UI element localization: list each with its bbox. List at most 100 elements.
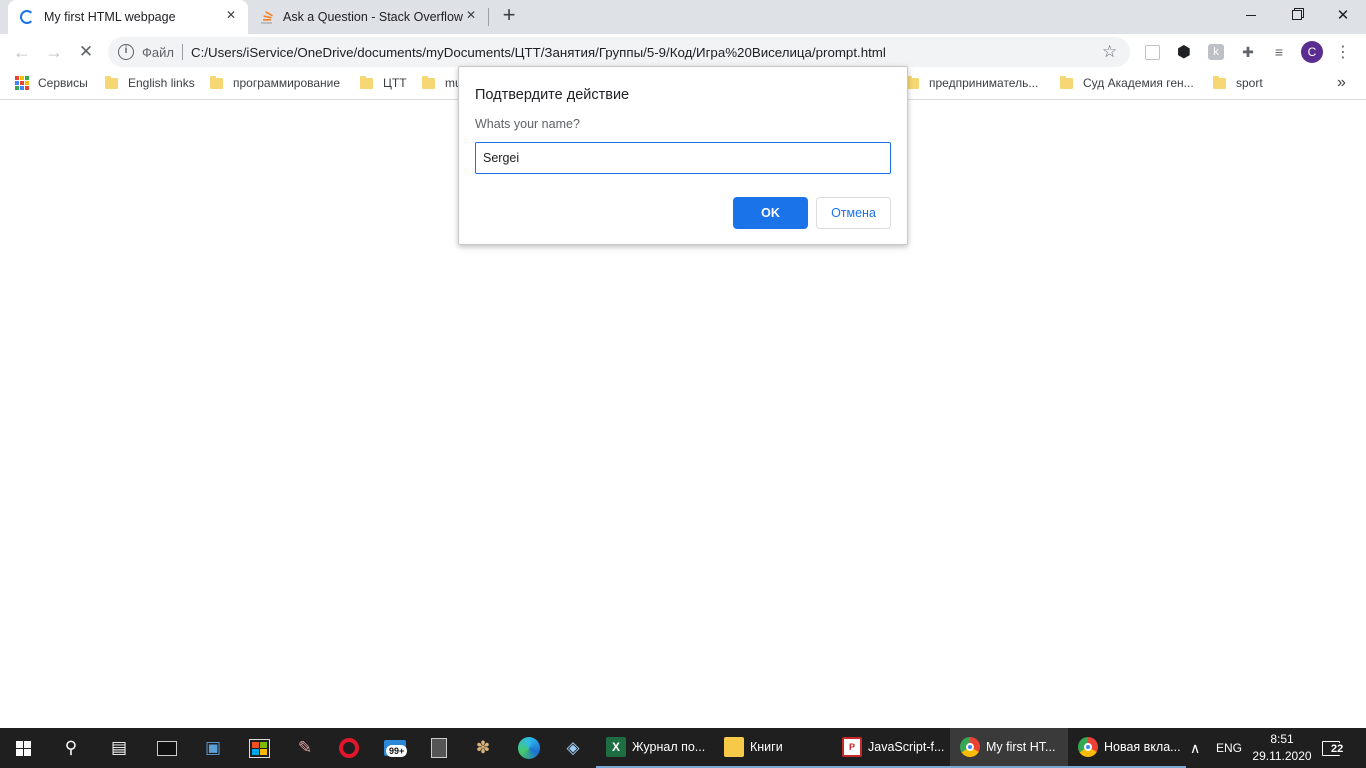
stackoverflow-icon bbox=[261, 11, 273, 24]
forward-arrow-icon: → bbox=[45, 41, 63, 62]
task-view-icon[interactable]: ▤ bbox=[96, 728, 142, 768]
bookmark-label: ЦТТ bbox=[383, 76, 407, 90]
edge-icon[interactable] bbox=[506, 728, 552, 768]
taskbar-app-chrome[interactable]: Новая вкла... bbox=[1068, 728, 1186, 768]
ok-button[interactable]: OK bbox=[733, 197, 808, 229]
bookmark-folder[interactable]: mu bbox=[422, 75, 462, 90]
extension-reader-icon[interactable] bbox=[1143, 43, 1161, 61]
bookmark-folder[interactable]: Суд Академия ген... bbox=[1060, 75, 1194, 90]
bookmark-star-icon[interactable]: ☆ bbox=[1102, 42, 1117, 62]
apps-grid-icon bbox=[15, 76, 29, 90]
forward-button[interactable]: → bbox=[40, 38, 68, 66]
extensions-puzzle-icon[interactable]: ✚ bbox=[1239, 43, 1257, 61]
info-icon[interactable]: i bbox=[118, 44, 134, 60]
clock[interactable]: 8:51 29.11.2020 bbox=[1252, 731, 1312, 765]
bookmark-label: Суд Академия ген... bbox=[1083, 76, 1194, 90]
taskbar-app-explorer[interactable]: Книги bbox=[714, 728, 832, 768]
minimize-button[interactable] bbox=[1228, 0, 1274, 30]
bookmark-label: программирование bbox=[233, 76, 341, 90]
notifications-count: 22 bbox=[1330, 743, 1345, 755]
clock-date: 29.11.2020 bbox=[1252, 749, 1312, 763]
restore-icon bbox=[1292, 10, 1302, 20]
clock-time: 8:51 bbox=[1270, 732, 1294, 746]
notifications-button[interactable]: 22 bbox=[1322, 728, 1345, 768]
tab-title: My first HTML webpage bbox=[44, 10, 176, 24]
folder-icon bbox=[1213, 75, 1226, 89]
tab-close-icon[interactable]: ✕ bbox=[466, 8, 476, 22]
bookmark-label: Сервисы bbox=[38, 76, 88, 90]
omnibox-divider bbox=[182, 44, 183, 60]
cancel-button[interactable]: Отмена bbox=[816, 197, 891, 229]
chrome-icon bbox=[960, 737, 980, 757]
pdf-icon: P bbox=[842, 737, 862, 757]
tab-separator bbox=[488, 8, 489, 26]
scheme-label: Файл bbox=[142, 45, 174, 60]
bookmark-label: sport bbox=[1236, 76, 1263, 90]
tray-chevron-icon[interactable]: ∧ bbox=[1190, 728, 1200, 768]
taskbar-app-label: Книги bbox=[750, 740, 783, 754]
bookmark-label: предприниматель... bbox=[929, 76, 1039, 90]
profile-avatar[interactable]: C bbox=[1301, 41, 1323, 63]
stop-button[interactable]: ✕ bbox=[72, 38, 100, 66]
extension-cube-icon[interactable]: ⬢ bbox=[1175, 43, 1193, 61]
store-icon[interactable] bbox=[236, 728, 282, 768]
folder-icon bbox=[422, 75, 435, 89]
excel-icon: X bbox=[606, 737, 626, 757]
url-text[interactable]: C:/Users/iService/OneDrive/documents/myD… bbox=[191, 45, 886, 60]
notes-icon[interactable]: ◈ bbox=[550, 728, 596, 768]
calculator-icon[interactable] bbox=[416, 728, 462, 768]
search-icon[interactable]: ⚲ bbox=[48, 728, 94, 768]
loading-spinner-icon bbox=[20, 10, 34, 24]
tab-close-icon[interactable]: ✕ bbox=[226, 8, 236, 22]
dialog-title: Подтвердите действие bbox=[475, 87, 630, 103]
bookmark-folder[interactable]: предприниматель... bbox=[906, 75, 1039, 90]
taskbar-app-chrome-active[interactable]: My first HT... bbox=[950, 728, 1068, 768]
bookmark-label: English links bbox=[128, 76, 195, 90]
back-button[interactable]: ← bbox=[8, 38, 36, 66]
mail-icon[interactable]: 99+ bbox=[372, 728, 418, 768]
bookmarks-overflow-icon[interactable]: » bbox=[1337, 74, 1346, 92]
name-input[interactable] bbox=[475, 142, 891, 174]
folder-icon bbox=[105, 75, 118, 89]
opera-icon[interactable] bbox=[326, 728, 372, 768]
language-indicator[interactable]: ENG bbox=[1216, 728, 1242, 768]
menu-kebab-icon[interactable]: ⋮ bbox=[1334, 43, 1352, 61]
taskbar-app-excel[interactable]: X Журнал по... bbox=[596, 728, 714, 768]
dialog-message: Whats your name? bbox=[475, 117, 580, 131]
extension-k-icon[interactable]: k bbox=[1207, 43, 1225, 61]
close-window-button[interactable]: ✕ bbox=[1320, 0, 1366, 30]
folder-icon bbox=[724, 737, 744, 757]
taskbar-app-label: JavaScript-f... bbox=[868, 740, 945, 754]
back-arrow-icon: ← bbox=[13, 41, 31, 62]
chrome-icon bbox=[1078, 737, 1098, 757]
prompt-dialog: Подтвердите действие Whats your name? OK… bbox=[458, 66, 908, 245]
windows-logo-icon bbox=[15, 740, 31, 756]
bookmark-folder[interactable]: программирование bbox=[210, 75, 341, 90]
mail-badge: 99+ bbox=[386, 745, 408, 757]
bookmark-apps[interactable]: Сервисы bbox=[15, 76, 88, 90]
taskbar-app-label: Новая вкла... bbox=[1104, 740, 1181, 754]
new-tab-button[interactable]: + bbox=[497, 4, 521, 28]
paint-icon[interactable]: ✎ bbox=[282, 728, 328, 768]
bookmark-folder[interactable]: sport bbox=[1213, 75, 1263, 90]
terminal-icon[interactable] bbox=[144, 728, 190, 768]
tab-my-first-html[interactable]: My first HTML webpage ✕ bbox=[8, 0, 248, 34]
start-button[interactable] bbox=[0, 728, 46, 768]
bookmark-folder[interactable]: ЦТТ bbox=[360, 75, 407, 90]
tab-stack-overflow[interactable]: Ask a Question - Stack Overflow ✕ bbox=[248, 0, 488, 34]
remote-desktop-icon[interactable]: ▣ bbox=[190, 728, 236, 768]
address-bar[interactable]: i Файл C:/Users/iService/OneDrive/docume… bbox=[108, 37, 1130, 67]
media-queue-icon[interactable]: ≡ bbox=[1270, 43, 1288, 61]
taskbar-app-label: My first HT... bbox=[986, 740, 1056, 754]
bookmark-folder[interactable]: English links bbox=[105, 75, 195, 90]
taskbar-app-label: Журнал по... bbox=[632, 740, 706, 754]
taskbar-app-pdf[interactable]: P JavaScript-f... bbox=[832, 728, 950, 768]
windows-taskbar: ⚲ ▤ ▣ ✎ 99+ ✽ ◈ X Журнал по... Книги P J… bbox=[0, 728, 1366, 768]
paint3d-icon[interactable]: ✽ bbox=[460, 728, 506, 768]
maximize-button[interactable] bbox=[1274, 0, 1320, 30]
folder-icon bbox=[360, 75, 373, 89]
tab-title: Ask a Question - Stack Overflow bbox=[283, 10, 463, 24]
folder-icon bbox=[1060, 75, 1073, 89]
browser-toolbar: ← → ✕ i Файл C:/Users/iService/OneDrive/… bbox=[0, 34, 1366, 70]
folder-icon bbox=[210, 75, 223, 89]
